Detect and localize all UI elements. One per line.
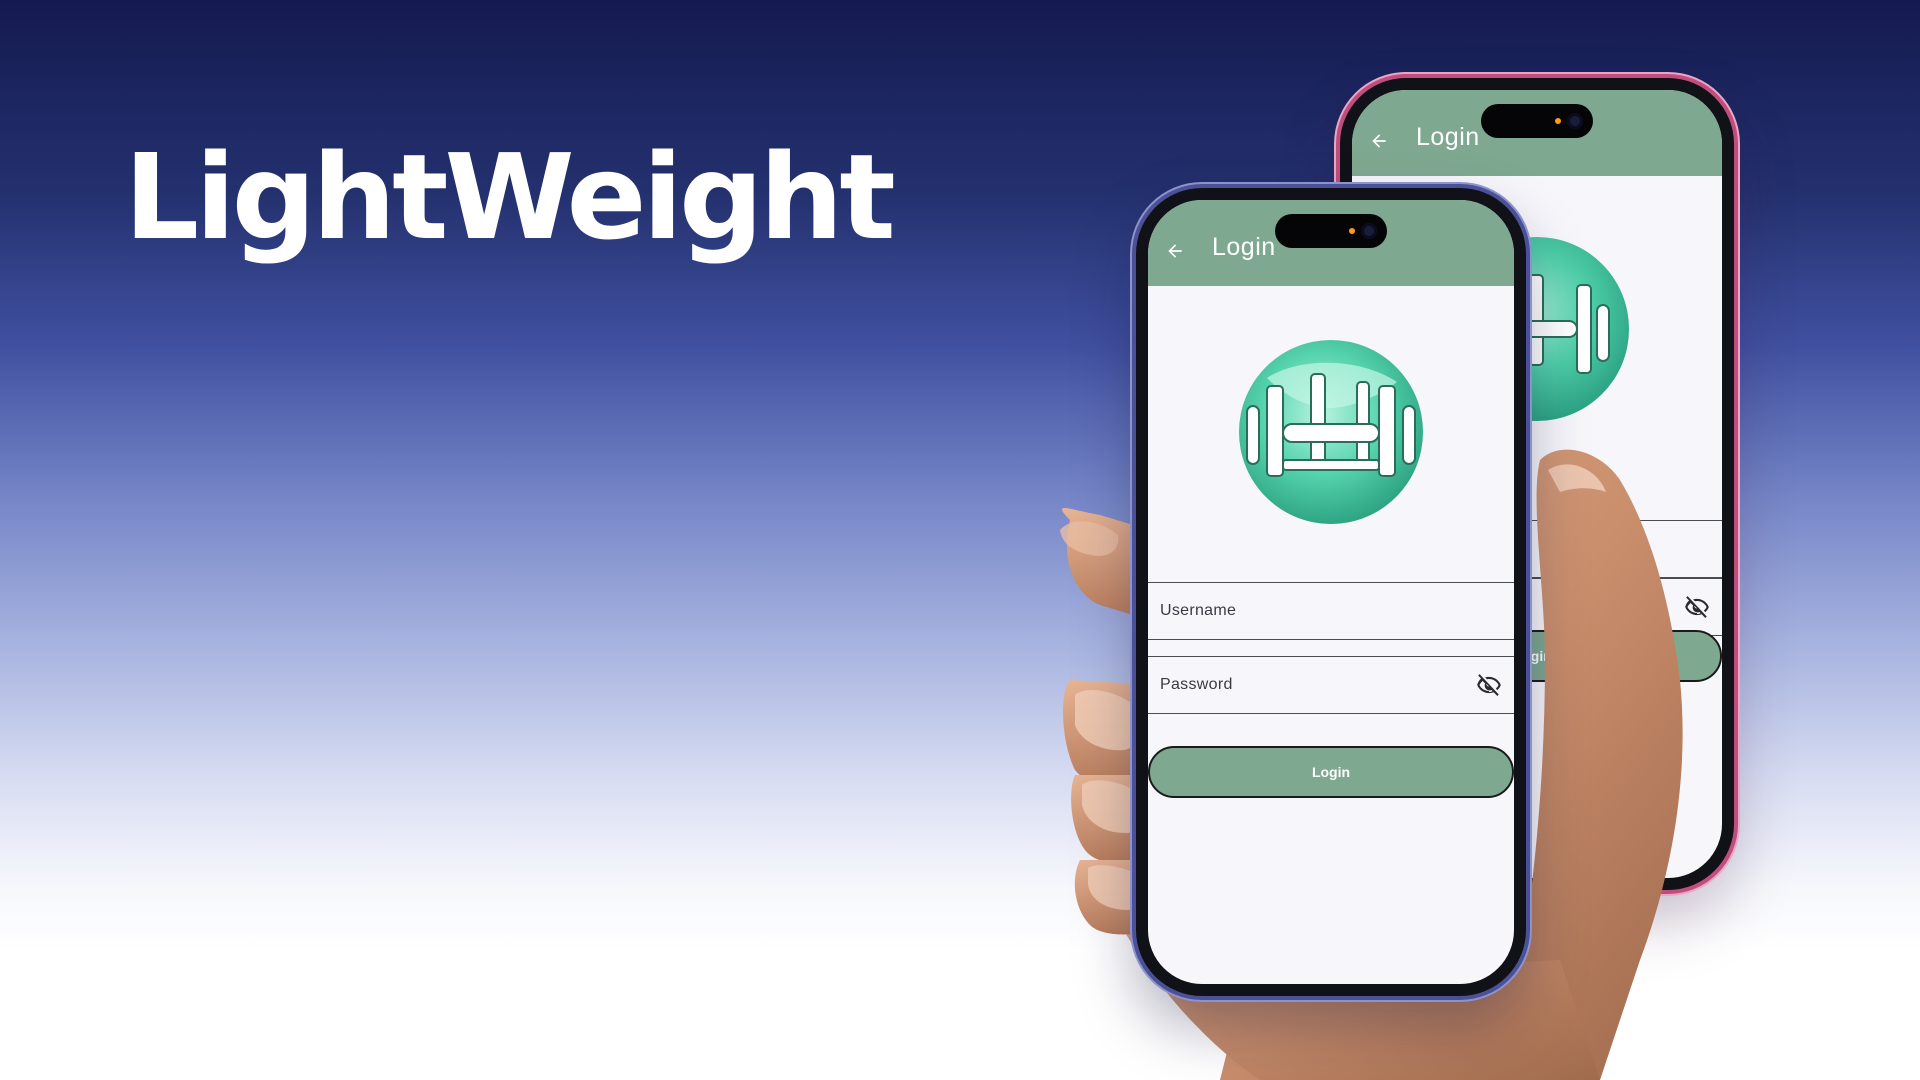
login-button-label: ogin bbox=[1522, 648, 1552, 664]
dynamic-island bbox=[1275, 214, 1387, 248]
username-label: Username bbox=[1160, 602, 1237, 619]
arrow-back-icon[interactable] bbox=[1164, 240, 1186, 262]
appbar-title: Login bbox=[1212, 233, 1276, 261]
appbar-title: Login bbox=[1416, 123, 1480, 151]
password-label: Password bbox=[1160, 676, 1233, 693]
phone-front-screen: Login Username Password Login bbox=[1148, 200, 1514, 984]
arrow-back-icon[interactable] bbox=[1368, 130, 1390, 152]
phone-front: Login Username Password Login bbox=[1136, 188, 1526, 996]
dynamic-island bbox=[1481, 104, 1593, 138]
login-button[interactable]: Login bbox=[1148, 746, 1514, 798]
camera-icon bbox=[1567, 113, 1583, 129]
camera-icon bbox=[1361, 223, 1377, 239]
indicator-dot bbox=[1555, 118, 1561, 124]
eye-off-icon[interactable] bbox=[1684, 594, 1710, 620]
promo-canvas: LightWeight Login ogin Login Username Pa… bbox=[0, 0, 1920, 1080]
dumbbell-logo-icon bbox=[1237, 338, 1425, 526]
login-button-label: Login bbox=[1311, 764, 1351, 780]
eye-off-icon[interactable] bbox=[1476, 672, 1502, 698]
username-field[interactable]: Username bbox=[1148, 582, 1514, 640]
app-brand-title: LightWeight bbox=[124, 128, 896, 266]
password-field[interactable]: Password bbox=[1148, 656, 1514, 714]
indicator-dot bbox=[1349, 228, 1355, 234]
